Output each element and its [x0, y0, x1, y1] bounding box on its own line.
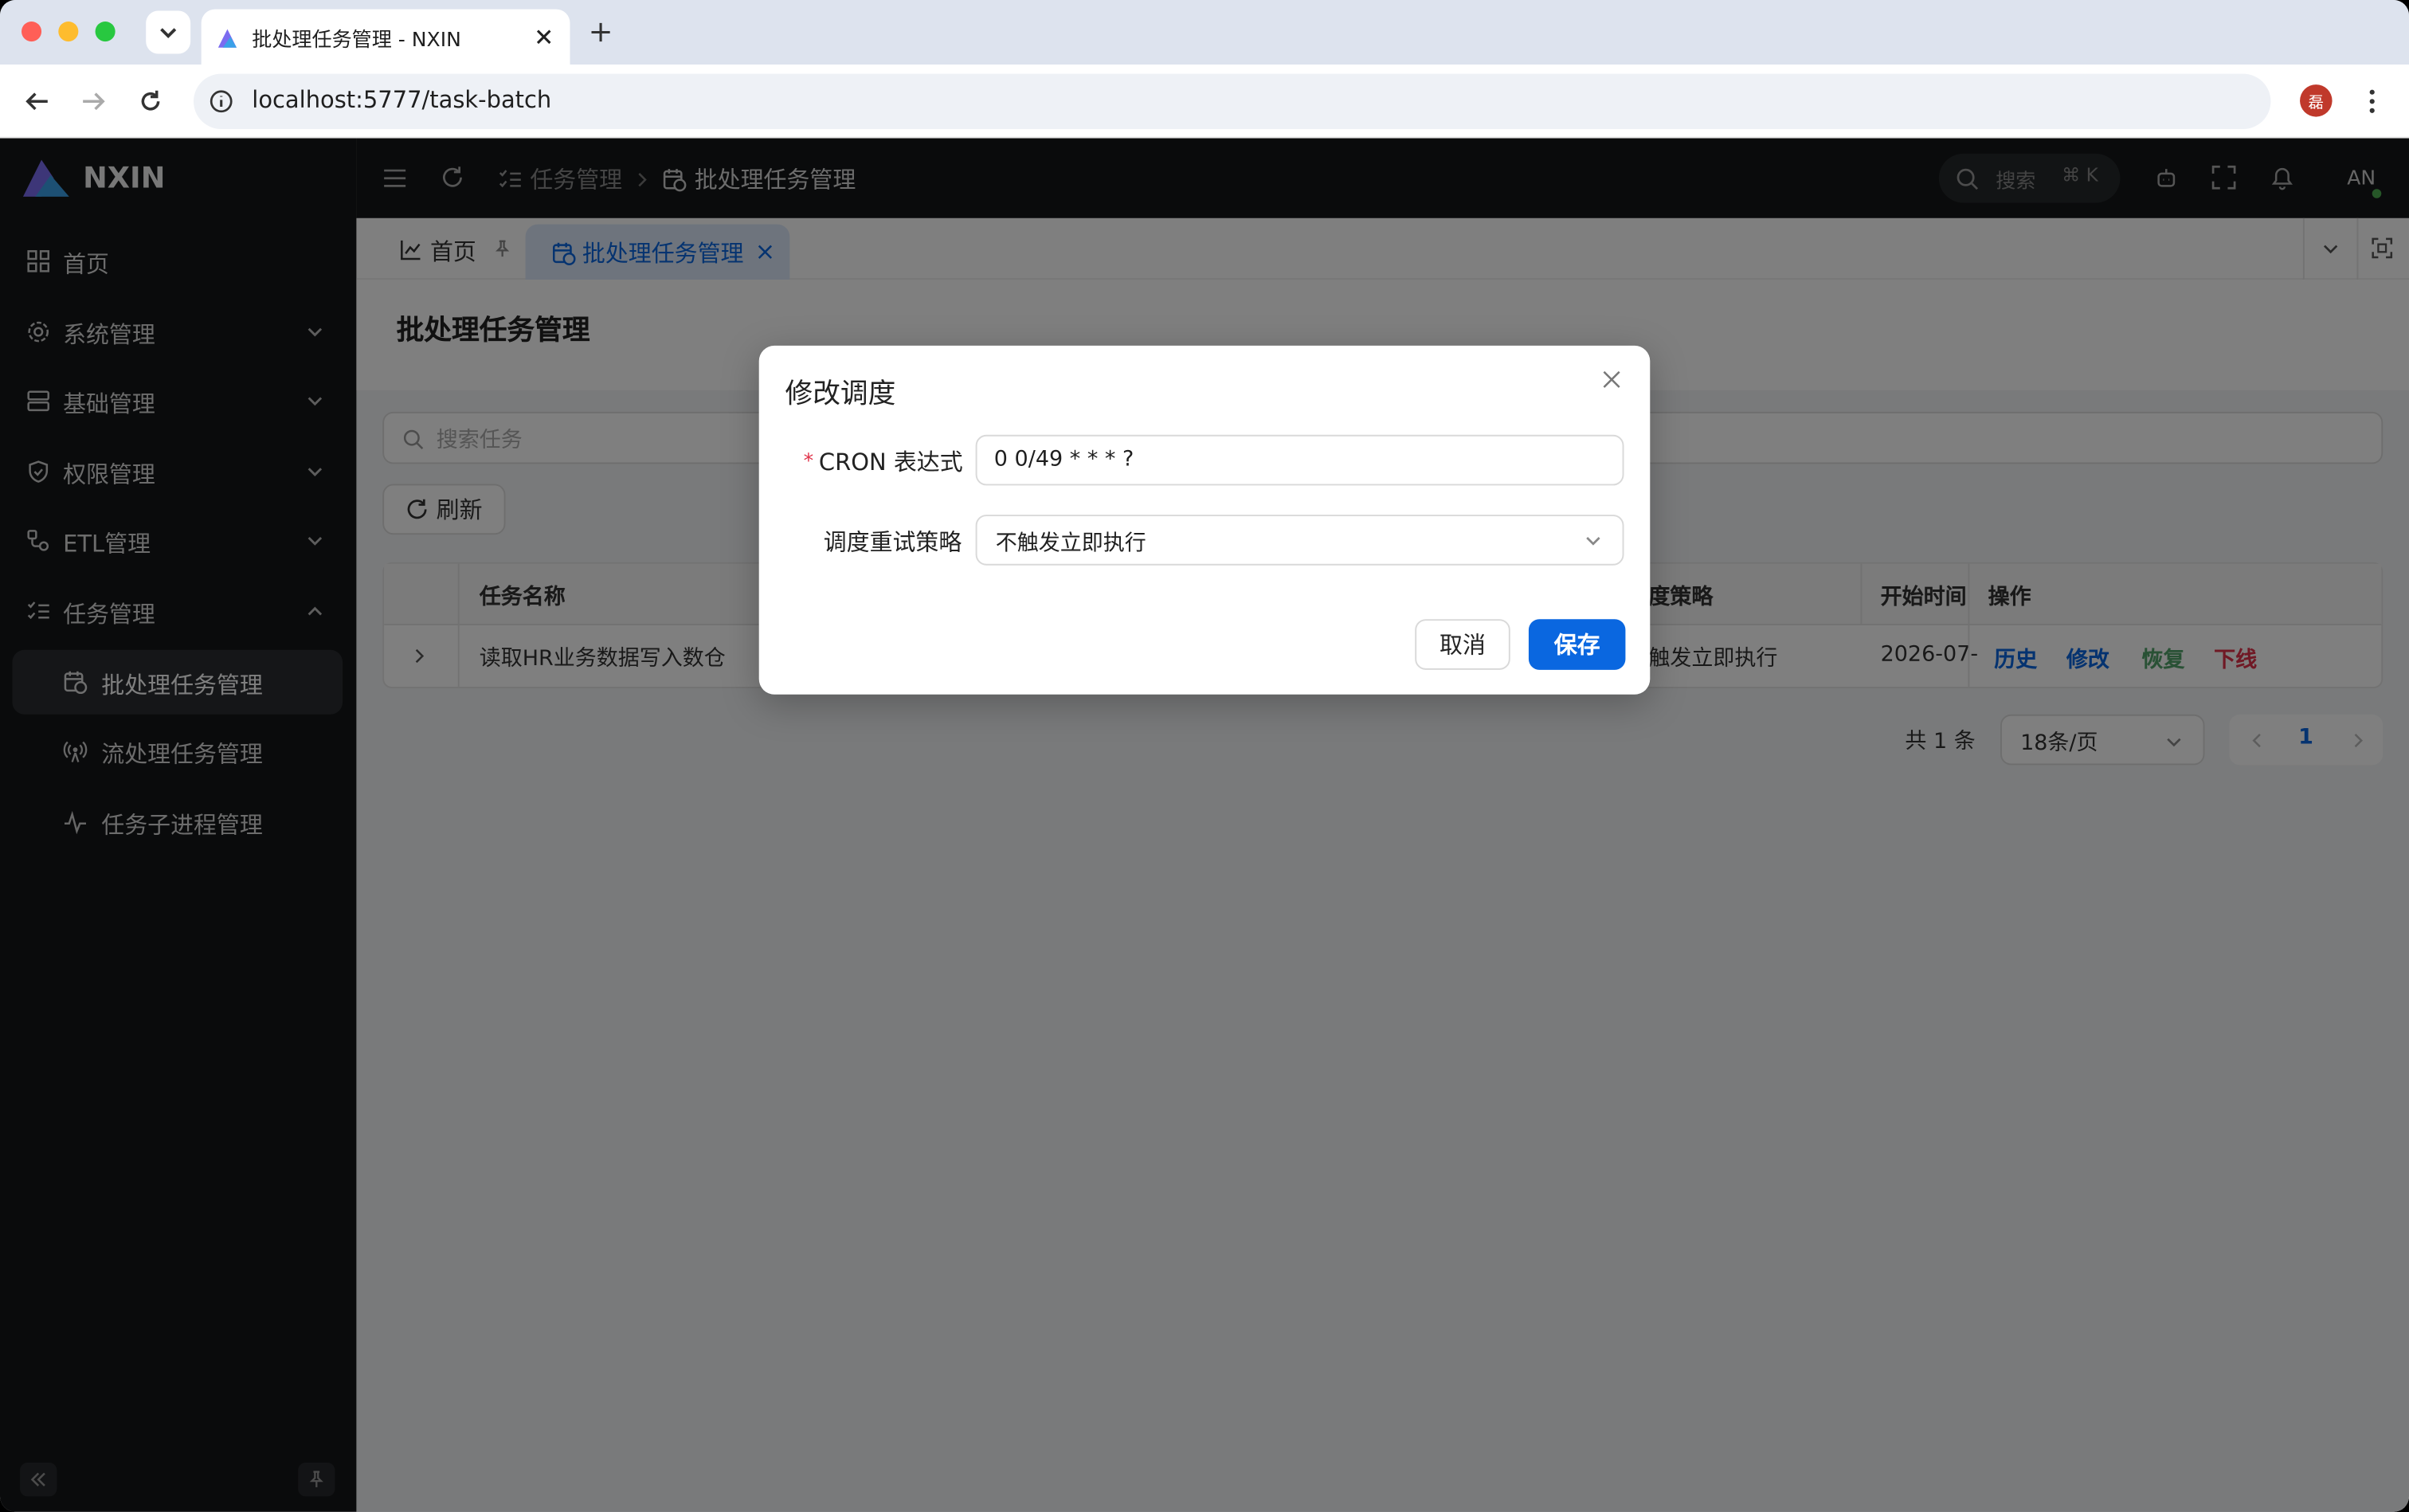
close-icon[interactable]: [535, 28, 553, 46]
modal-backdrop[interactable]: [0, 138, 2409, 1512]
reload-icon[interactable]: [137, 88, 165, 116]
cron-expression-value: 0 0/49 * * * ?: [993, 447, 1134, 472]
chevron-down-icon: [1586, 537, 1600, 546]
browser-tab-title: 批处理任务管理 - NXIN: [252, 29, 461, 53]
new-tab-icon[interactable]: [589, 20, 613, 45]
chevron-down-icon: [160, 28, 177, 39]
retry-strategy-label: 调度重试策略: [823, 528, 962, 557]
cron-expression-input[interactable]: 0 0/49 * * * ?: [975, 434, 1624, 486]
save-button[interactable]: 保存: [1528, 619, 1626, 670]
url-text: localhost:5777/task-batch: [252, 85, 552, 114]
close-window-button[interactable]: [21, 21, 42, 42]
more-vert-icon[interactable]: [2358, 88, 2386, 116]
cancel-button[interactable]: 取消: [1415, 619, 1510, 670]
retry-strategy-select[interactable]: 不触发立即执行: [975, 515, 1624, 566]
close-icon[interactable]: [1602, 370, 1620, 389]
edit-schedule-dialog: 修改调度 * CRON 表达式 0 0/49 * * * ? 调度重试策略 不触…: [758, 345, 1651, 695]
required-mark: *: [803, 450, 814, 473]
forward-icon[interactable]: [80, 88, 108, 116]
dialog-title: 修改调度: [785, 378, 896, 410]
address-bar[interactable]: localhost:5777/task-batch: [193, 73, 2271, 129]
browser-tab-strip: 批处理任务管理 - NXIN: [0, 0, 2409, 65]
back-icon[interactable]: [23, 88, 51, 116]
info-icon[interactable]: [209, 89, 233, 114]
maximize-window-button[interactable]: [95, 21, 116, 42]
retry-strategy-value: 不触发立即执行: [995, 531, 1146, 557]
profile-avatar[interactable]: 磊: [2300, 84, 2333, 117]
tab-search-button[interactable]: [146, 10, 191, 54]
cron-label: CRON 表达式: [818, 449, 963, 476]
browser-window: 批处理任务管理 - NXIN 磊 localhost:5777/task-bat…: [0, 0, 2409, 1512]
minimize-window-button[interactable]: [58, 21, 79, 42]
nxin-favicon-icon: [217, 29, 237, 48]
browser-tab[interactable]: 批处理任务管理 - NXIN: [201, 9, 570, 65]
